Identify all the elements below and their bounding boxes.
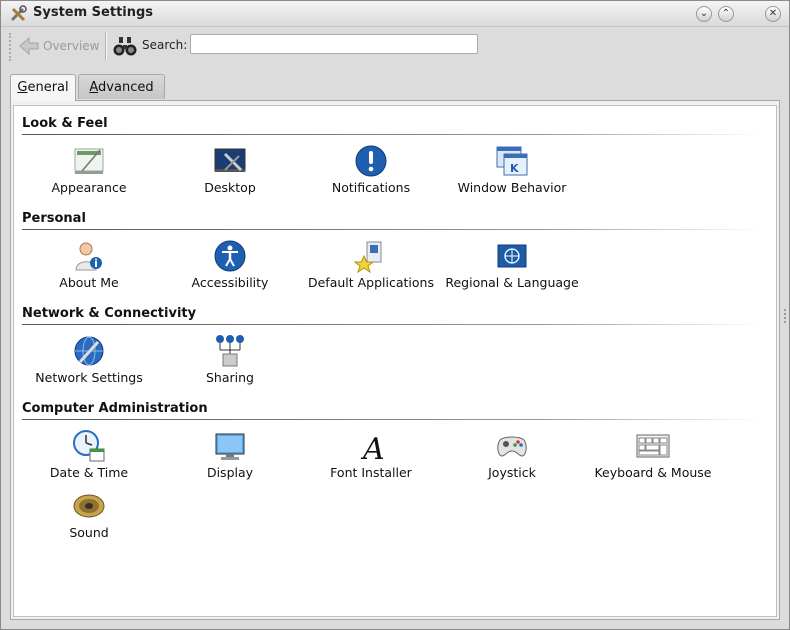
- item-label: Desktop: [204, 180, 256, 195]
- system-settings-window: System Settings ⌄ ⌃ ✕ Overview Search: G…: [0, 0, 790, 630]
- svg-text:A: A: [360, 432, 385, 463]
- item-network-settings[interactable]: Network Settings: [21, 334, 157, 388]
- item-label: About Me: [59, 275, 119, 290]
- item-desktop[interactable]: Desktop: [162, 144, 298, 198]
- item-label: Notifications: [331, 180, 411, 195]
- item-label: Date & Time: [49, 465, 129, 480]
- accessibility-icon: [214, 240, 246, 272]
- clock-calendar-icon: [73, 430, 105, 462]
- item-label: Network Settings: [35, 370, 143, 385]
- sharing-network-icon: [216, 335, 244, 367]
- exclamation-icon: [355, 145, 387, 177]
- item-label: Font Installer: [330, 465, 412, 480]
- back-arrow-icon: [19, 37, 39, 55]
- section-divider: [22, 324, 762, 325]
- section-divider: [22, 419, 762, 420]
- section-title-personal: Personal: [22, 211, 86, 226]
- tab-general-mnemonic: G: [17, 80, 28, 95]
- close-icon: ✕: [768, 8, 778, 19]
- item-accessibility[interactable]: Accessibility: [162, 239, 298, 293]
- item-default-applications[interactable]: Default Applications: [303, 239, 439, 293]
- item-label: Regional & Language: [445, 275, 579, 290]
- search-label: Search:: [142, 38, 188, 52]
- tab-advanced-mnemonic: A: [89, 80, 99, 95]
- section-title-network: Network & Connectivity: [22, 306, 197, 321]
- window-behavior-icon: K: [496, 146, 528, 176]
- svg-text:K: K: [510, 162, 519, 175]
- toolbar-separator: [105, 31, 107, 61]
- tools-icon: [10, 5, 27, 22]
- item-display[interactable]: Display: [162, 429, 298, 483]
- item-about-me[interactable]: About Me: [21, 239, 157, 293]
- item-label: Keyboard & Mouse: [594, 465, 712, 480]
- item-label: Accessibility: [191, 275, 269, 290]
- item-notifications[interactable]: Notifications: [303, 144, 439, 198]
- item-appearance[interactable]: Appearance: [21, 144, 157, 198]
- toolbar: Overview Search:: [1, 27, 789, 65]
- monitor-icon: [215, 433, 245, 460]
- item-label: Appearance: [51, 180, 127, 195]
- appearance-icon: [74, 148, 104, 174]
- item-font-installer[interactable]: A Font Installer: [303, 429, 439, 483]
- desktop-icon: [214, 148, 246, 172]
- item-label: Joystick: [488, 465, 536, 480]
- globe-wrench-icon: [74, 336, 104, 366]
- binoculars-icon: [113, 37, 137, 56]
- settings-content: Look & Feel Appearance Desktop Notificat…: [13, 105, 777, 617]
- flag-globe-icon: [497, 244, 527, 268]
- item-sound[interactable]: Sound: [21, 489, 157, 543]
- tab-advanced-label: dvanced: [98, 80, 154, 95]
- window-title: System Settings: [33, 5, 154, 20]
- title-bar[interactable]: System Settings ⌄ ⌃ ✕: [1, 1, 789, 27]
- resize-handle[interactable]: [784, 309, 788, 323]
- user-info-icon: [75, 242, 102, 271]
- item-joystick[interactable]: Joystick: [444, 429, 580, 483]
- speaker-icon: [73, 494, 105, 518]
- item-keyboard-mouse[interactable]: Keyboard & Mouse: [585, 429, 721, 483]
- item-label: Sharing: [206, 370, 254, 385]
- toolbar-handle[interactable]: [9, 33, 11, 61]
- chevron-down-icon: ⌄: [699, 8, 709, 19]
- item-label: Window Behavior: [457, 180, 567, 195]
- item-label: Display: [206, 465, 254, 480]
- minimize-button[interactable]: ⌄: [696, 6, 712, 22]
- item-regional-language[interactable]: Regional & Language: [444, 239, 580, 293]
- tab-general[interactable]: General: [10, 74, 76, 101]
- chevron-up-icon: ⌃: [721, 8, 731, 19]
- section-divider: [22, 134, 762, 135]
- item-label: Sound: [69, 525, 109, 540]
- section-title-computer-administration: Computer Administration: [22, 401, 208, 416]
- close-button[interactable]: ✕: [765, 6, 781, 22]
- item-date-time[interactable]: Date & Time: [21, 429, 157, 483]
- overview-label: Overview: [43, 39, 100, 53]
- item-window-behavior[interactable]: K Window Behavior: [444, 144, 580, 198]
- item-label: Default Applications: [307, 275, 434, 290]
- maximize-button[interactable]: ⌃: [718, 6, 734, 22]
- keyboard-icon: [636, 434, 670, 458]
- section-divider: [22, 229, 762, 230]
- search-input[interactable]: [190, 34, 478, 54]
- default-applications-icon: [354, 241, 382, 273]
- item-sharing[interactable]: Sharing: [162, 334, 298, 388]
- tab-advanced[interactable]: Advanced: [78, 74, 165, 99]
- font-letter-icon: A: [360, 431, 385, 463]
- overview-button[interactable]: Overview: [19, 36, 100, 56]
- gamepad-icon: [497, 436, 527, 457]
- tab-general-label: eneral: [27, 80, 69, 95]
- section-title-look-and-feel: Look & Feel: [22, 116, 108, 131]
